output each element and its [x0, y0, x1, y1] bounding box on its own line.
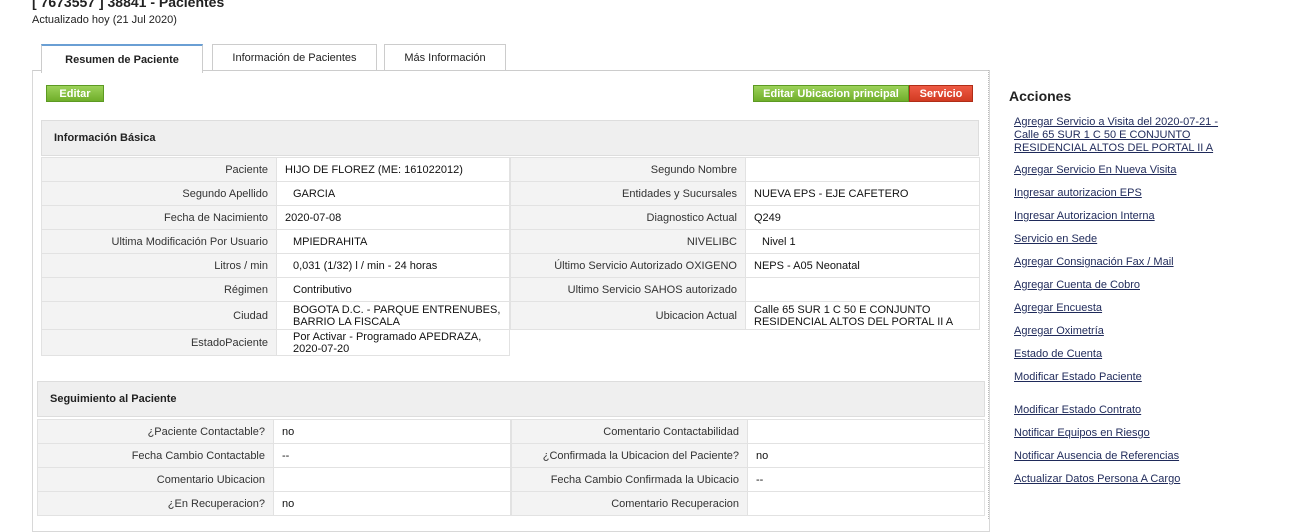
estado-paciente-value: Por Activar - Programado APEDRAZA, 2020-…	[276, 329, 510, 356]
tab-mas-informacion[interactable]: Más Información	[384, 44, 506, 71]
field-label: Fecha Cambio Confirmada la Ubicacio	[511, 467, 748, 492]
accion-estado-de-cuenta[interactable]: Estado de Cuenta	[1014, 348, 1229, 361]
regimen-value: Contributivo	[276, 277, 510, 302]
field-label: Comentario Contactabilidad	[511, 419, 748, 444]
field-label: Fecha Cambio Contactable	[37, 443, 274, 468]
ciudad-value: BOGOTA D.C. - PARQUE ENTRENUBES, BARRIO …	[276, 301, 510, 330]
seguimiento-left-table: ¿Paciente Contactable? no Fecha Cambio Co…	[37, 419, 511, 516]
field-label: ¿En Recuperacion?	[37, 491, 274, 516]
accion-modificar-estado-contrato[interactable]: Modificar Estado Contrato	[1014, 404, 1229, 417]
accion-agregar-oximetria[interactable]: Agregar Oximetría	[1014, 325, 1229, 338]
litros-min-value: 0,031 (1/32) l / min - 24 horas	[276, 253, 510, 278]
accion-notificar-ausencia-referencias[interactable]: Notificar Ausencia de Referencias	[1014, 450, 1229, 463]
acciones-title: Acciones	[1009, 88, 1072, 104]
ultimo-servicio-sahos-value	[745, 277, 980, 302]
accion-agregar-encuesta[interactable]: Agregar Encuesta	[1014, 302, 1229, 315]
accion-agregar-consignacion[interactable]: Agregar Consignación Fax / Mail	[1014, 256, 1229, 269]
entidades-sucursales-value: NUEVA EPS - EJE CAFETERO	[745, 181, 980, 206]
nivelibc-value: Nivel 1	[745, 229, 980, 254]
field-label: Entidades y Sucursales	[510, 181, 746, 206]
field-label: Ubicacion Actual	[510, 301, 746, 330]
accion-servicio-en-sede[interactable]: Servicio en Sede	[1014, 233, 1229, 246]
field-label: Ultimo Servicio SAHOS autorizado	[510, 277, 746, 302]
field-label: ¿Confirmada la Ubicacion del Paciente?	[511, 443, 748, 468]
ultima-modificacion-value: MPIEDRAHITA	[276, 229, 510, 254]
segundo-nombre-value	[745, 157, 980, 182]
field-label: NIVELIBC	[510, 229, 746, 254]
ubicacion-actual-value: Calle 65 SUR 1 C 50 E CONJUNTO RESIDENCI…	[745, 301, 980, 330]
comentario-ubicacion-value	[273, 467, 511, 492]
field-label: Fecha de Nacimiento	[41, 205, 277, 230]
panel-divider	[988, 70, 989, 519]
fecha-nacimiento-value: 2020-07-08	[276, 205, 510, 230]
field-label: Último Servicio Autorizado OXIGENO	[510, 253, 746, 278]
field-label: ¿Paciente Contactable?	[37, 419, 274, 444]
field-label: Diagnostico Actual	[510, 205, 746, 230]
seguimiento-header: Seguimiento al Paciente	[37, 381, 985, 417]
info-basica-left-table: Paciente HIJO DE FLOREZ (ME: 161022012) S…	[41, 157, 510, 356]
editar-ubicacion-button[interactable]: Editar Ubicacion principal	[753, 85, 909, 102]
accion-actualizar-datos-persona[interactable]: Actualizar Datos Persona A Cargo	[1014, 473, 1229, 486]
segundo-apellido-value: GARCIA	[276, 181, 510, 206]
field-label: EstadoPaciente	[41, 329, 277, 356]
confirmada-ubicacion-value: no	[747, 443, 985, 468]
paciente-contactable-value: no	[273, 419, 511, 444]
tab-informacion-pacientes[interactable]: Información de Pacientes	[212, 44, 377, 71]
accion-agregar-cuenta-cobro[interactable]: Agregar Cuenta de Cobro	[1014, 279, 1229, 292]
accion-ingresar-autorizacion-interna[interactable]: Ingresar Autorizacion Interna	[1014, 210, 1229, 223]
comentario-contactabilidad-value	[747, 419, 985, 444]
field-label: Régimen	[41, 277, 277, 302]
accion-agregar-servicio-nueva-visita[interactable]: Agregar Servicio En Nueva Visita	[1014, 164, 1229, 177]
field-label: Comentario Ubicacion	[37, 467, 274, 492]
editar-button[interactable]: Editar	[46, 85, 104, 102]
field-label: Ciudad	[41, 301, 277, 330]
field-label: Segundo Apellido	[41, 181, 277, 206]
tab-resumen-paciente[interactable]: Resumen de Paciente	[41, 44, 203, 73]
page-title: [ 7673557 ] 38841 - Pacientes	[32, 0, 225, 10]
diagnostico-actual-value: Q249	[745, 205, 980, 230]
accion-modificar-estado-paciente[interactable]: Modificar Estado Paciente	[1014, 371, 1229, 384]
field-label: Ultima Modificación Por Usuario	[41, 229, 277, 254]
field-label: Paciente	[41, 157, 277, 182]
info-basica-right-table: Segundo Nombre Entidades y Sucursales NUE…	[510, 157, 980, 330]
paciente-value: HIJO DE FLOREZ (ME: 161022012)	[276, 157, 510, 182]
field-label: Segundo Nombre	[510, 157, 746, 182]
field-label: Comentario Recuperacion	[511, 491, 748, 516]
updated-timestamp: Actualizado hoy (21 Jul 2020)	[32, 14, 177, 26]
fecha-cambio-contactable-value: --	[273, 443, 511, 468]
accion-ingresar-autorizacion-eps[interactable]: Ingresar autorizacion EPS	[1014, 187, 1229, 200]
fecha-cambio-confirmada-value: --	[747, 467, 985, 492]
info-basica-header: Información Básica	[41, 120, 979, 156]
seguimiento-right-table: Comentario Contactabilidad ¿Confirmada l…	[511, 419, 985, 516]
en-recuperacion-value: no	[273, 491, 511, 516]
servicio-button[interactable]: Servicio	[909, 85, 973, 102]
comentario-recuperacion-value	[747, 491, 985, 516]
accion-agregar-servicio-visita[interactable]: Agregar Servicio a Visita del 2020-07-21…	[1014, 116, 1229, 155]
accion-notificar-equipos-riesgo[interactable]: Notificar Equipos en Riesgo	[1014, 427, 1229, 440]
ultimo-servicio-oxigeno-value: NEPS - A05 Neonatal	[745, 253, 980, 278]
field-label: Litros / min	[41, 253, 277, 278]
